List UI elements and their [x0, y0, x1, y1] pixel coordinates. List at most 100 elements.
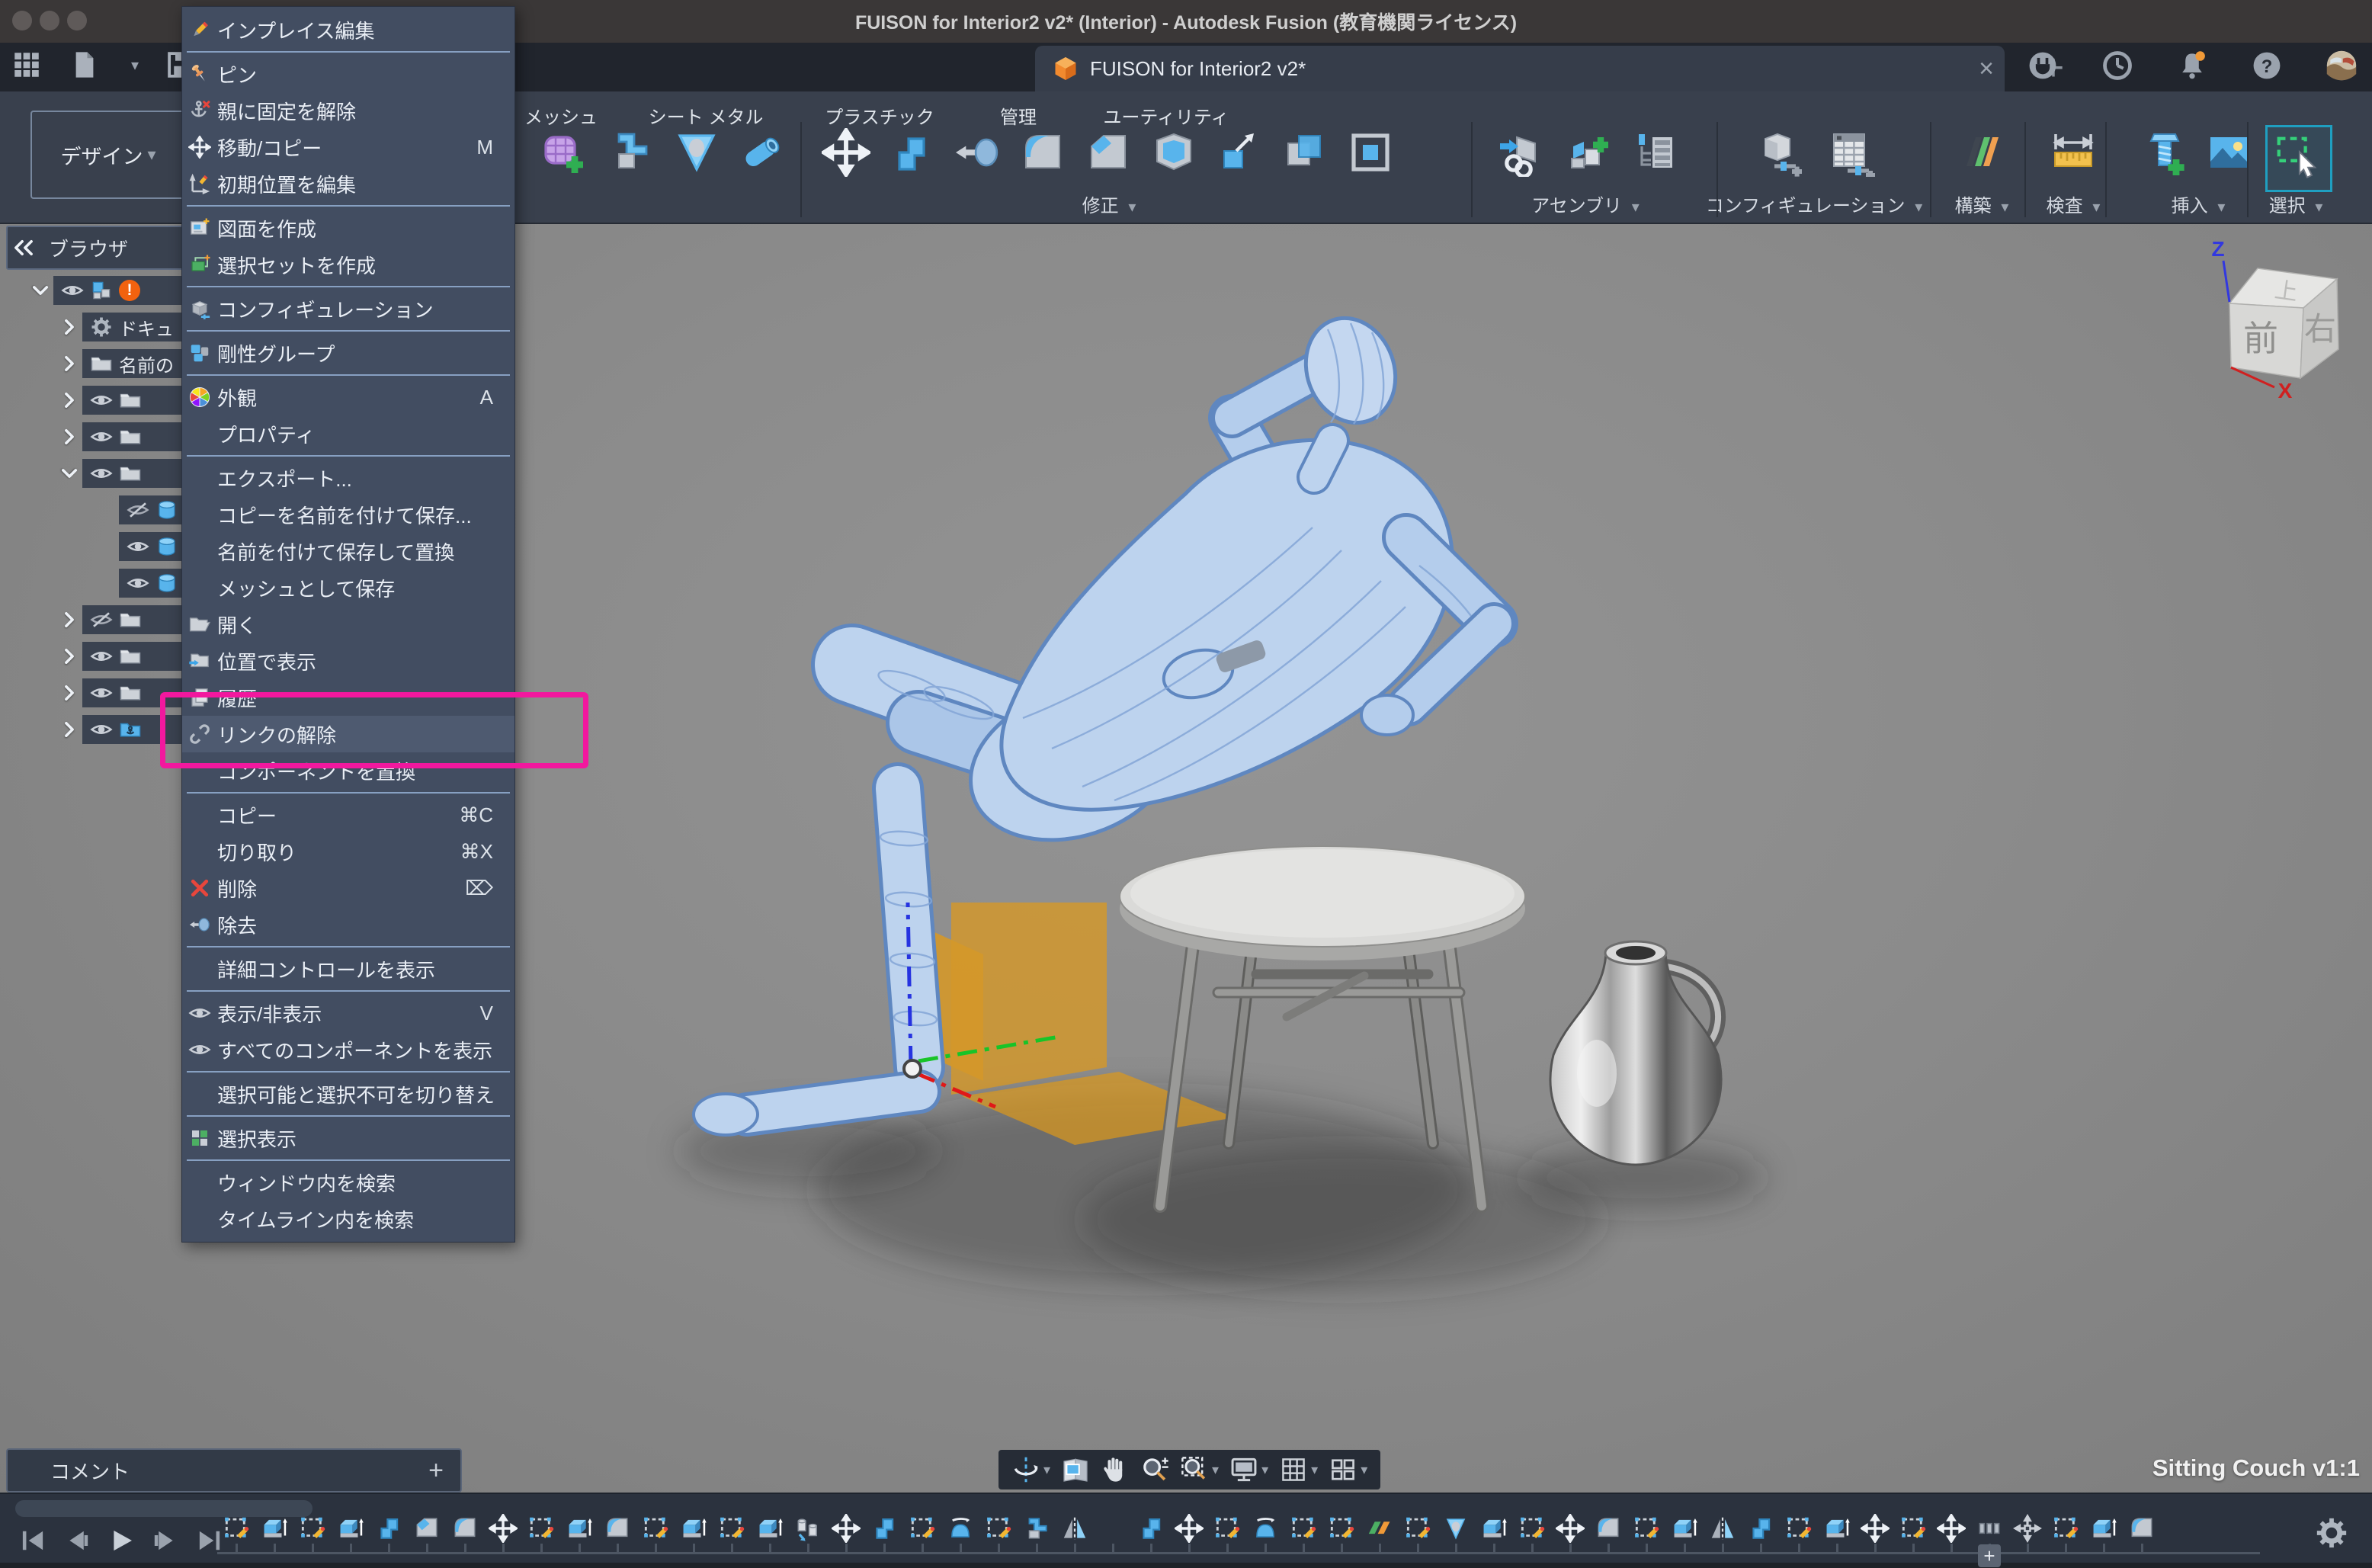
timeline-feature-plane[interactable]: [1361, 1514, 1399, 1553]
expander-chevron-icon[interactable]: [56, 720, 82, 739]
ribbon-group-label[interactable]: 挿入 ▾: [2172, 191, 2226, 217]
timeline-feature-sketch[interactable]: [1322, 1514, 1361, 1553]
zoom-window-tool[interactable]: ▾: [1180, 1455, 1219, 1484]
help-icon[interactable]: [2250, 49, 2284, 82]
menu-item[interactable]: 詳細コントロールを表示: [182, 951, 514, 987]
chevron-down-icon[interactable]: ▾: [1212, 1462, 1219, 1478]
menu-item[interactable]: 移動/コピーM: [182, 129, 514, 165]
ribbon-tab-3[interactable]: プラスチック: [825, 102, 934, 129]
chevron-down-icon[interactable]: ▾: [1361, 1462, 1367, 1478]
timeline-feature-sketch[interactable]: [217, 1514, 255, 1553]
menu-item[interactable]: 図面を作成: [182, 210, 514, 246]
press-pull-icon[interactable]: [887, 128, 936, 177]
timeline-feature-remove[interactable]: [1094, 1514, 1132, 1553]
combine-icon[interactable]: [1281, 128, 1329, 177]
menu-item[interactable]: タイムライン内を検索: [182, 1201, 514, 1237]
timeline-feature-sketch[interactable]: [293, 1514, 332, 1553]
workspace-selector[interactable]: デザイン ▾: [30, 111, 186, 199]
zoom-tool[interactable]: [1140, 1455, 1169, 1484]
menu-item[interactable]: 親に固定を解除: [182, 92, 514, 129]
fillet-icon[interactable]: [1018, 128, 1067, 177]
menu-item[interactable]: コンフィギュレーション: [182, 290, 514, 327]
menu-item[interactable]: 削除⌦: [182, 870, 514, 906]
display-settings-tool[interactable]: ▾: [1229, 1455, 1268, 1484]
timeline-feature-sketch[interactable]: [1284, 1514, 1322, 1553]
menu-item[interactable]: 選択表示: [182, 1120, 514, 1156]
plastic-boss-icon[interactable]: [672, 128, 721, 177]
window-minimize-button[interactable]: [40, 11, 59, 30]
visibility-eye-icon[interactable]: [127, 535, 149, 558]
timeline-feature-move[interactable]: [1551, 1514, 1589, 1553]
apps-grid-icon[interactable]: [11, 49, 43, 81]
timeline-feature-move[interactable]: [1856, 1514, 1894, 1553]
add-comment-button[interactable]: +: [428, 1456, 444, 1486]
chevron-down-icon[interactable]: ▾: [131, 56, 139, 75]
expander-chevron-icon[interactable]: [56, 317, 82, 337]
bom-icon[interactable]: [1631, 128, 1680, 177]
timeline-feature-extrude[interactable]: [560, 1514, 598, 1553]
timeline-plus-marker[interactable]: +: [1978, 1544, 2001, 1567]
chevron-down-icon[interactable]: ▾: [1261, 1462, 1268, 1478]
timeline-feature-join[interactable]: [865, 1514, 903, 1553]
timeline-feature-sketch[interactable]: [979, 1514, 1018, 1553]
timeline-feature-chamfer[interactable]: [408, 1514, 446, 1553]
scale-icon[interactable]: [1215, 128, 1264, 177]
chamfer-icon[interactable]: [1084, 128, 1133, 177]
timeline-feature-movesq[interactable]: [2008, 1514, 2047, 1553]
timeline-feature-join[interactable]: [370, 1514, 408, 1553]
timeline-feature-mirror[interactable]: [1704, 1514, 1742, 1553]
collapse-panel-icon[interactable]: [18, 239, 37, 256]
timeline-feature-move[interactable]: [1932, 1514, 1970, 1553]
expander-chevron-icon[interactable]: [56, 354, 82, 374]
menu-item[interactable]: プロパティ: [182, 415, 514, 452]
profile-icon[interactable]: [2325, 49, 2358, 82]
ribbon-group-label[interactable]: 修正 ▾: [1082, 191, 1136, 217]
window-zoom-button[interactable]: [67, 11, 87, 30]
expander-chevron-icon[interactable]: [56, 610, 82, 630]
menu-item[interactable]: 開く: [182, 606, 514, 643]
expander-chevron-icon[interactable]: [56, 683, 82, 703]
timeline-feature-sketch[interactable]: [1399, 1514, 1437, 1553]
menu-item[interactable]: コピー⌘C: [182, 797, 514, 833]
expander-chevron-icon[interactable]: [56, 427, 82, 447]
visibility-eye-off-icon[interactable]: [127, 499, 149, 521]
extensions-icon[interactable]: [2026, 49, 2059, 82]
menu-item[interactable]: 除去: [182, 906, 514, 943]
expander-chevron-icon[interactable]: [56, 646, 82, 666]
timeline-feature-sketch[interactable]: [903, 1514, 941, 1553]
timeline-feature-move[interactable]: [827, 1514, 865, 1553]
ribbon-group-label[interactable]: アセンブリ ▾: [1531, 191, 1640, 217]
timeline-feature-extrude[interactable]: [1818, 1514, 1856, 1553]
measure-icon[interactable]: [2049, 128, 2098, 177]
ribbon-tab-1[interactable]: メッシュ: [524, 102, 598, 129]
visibility-eye-icon[interactable]: [90, 718, 113, 741]
document-tab[interactable]: FUISON for Interior2 v2* ×: [1035, 46, 2005, 91]
visibility-eye-icon[interactable]: [90, 645, 113, 668]
timeline-feature-move[interactable]: [484, 1514, 522, 1553]
shell-icon[interactable]: [1149, 128, 1198, 177]
view-cube[interactable]: 前 右 上 Z X: [2211, 237, 2338, 402]
menu-item[interactable]: メッシュとして保存: [182, 569, 514, 606]
timeline-feature-sketch[interactable]: [636, 1514, 675, 1553]
timeline-feature-pattern[interactable]: [789, 1514, 827, 1553]
timeline-feature-move[interactable]: [1170, 1514, 1208, 1553]
timeline-feature-funnel[interactable]: [1437, 1514, 1475, 1553]
menu-item[interactable]: 選択可能と選択不可を切り替え: [182, 1076, 514, 1112]
notifications-icon[interactable]: [2175, 49, 2209, 82]
timeline-feature-fillet[interactable]: [446, 1514, 484, 1553]
menu-item[interactable]: 初期位置を編集: [182, 165, 514, 202]
job-status-icon[interactable]: [2101, 49, 2134, 82]
expander-chevron-icon[interactable]: [56, 463, 82, 483]
configuration-icon[interactable]: [1755, 128, 1803, 177]
tab-close-button[interactable]: ×: [1979, 56, 1994, 82]
menu-item[interactable]: ウィンドウ内を検索: [182, 1164, 514, 1201]
insert-image-icon[interactable]: [2204, 128, 2253, 177]
menu-item[interactable]: 名前を付けて保存して置換: [182, 533, 514, 569]
chevron-down-icon[interactable]: ▾: [1043, 1462, 1050, 1478]
move-copy-icon[interactable]: [822, 128, 870, 177]
visibility-eye-icon[interactable]: [90, 681, 113, 704]
menu-item[interactable]: すべてのコンポーネントを表示: [182, 1031, 514, 1068]
construct-plane-icon[interactable]: [1957, 128, 2006, 177]
timeline-feature-extrude[interactable]: [1475, 1514, 1513, 1553]
ribbon-group-label[interactable]: 構築 ▾: [1955, 191, 2009, 217]
